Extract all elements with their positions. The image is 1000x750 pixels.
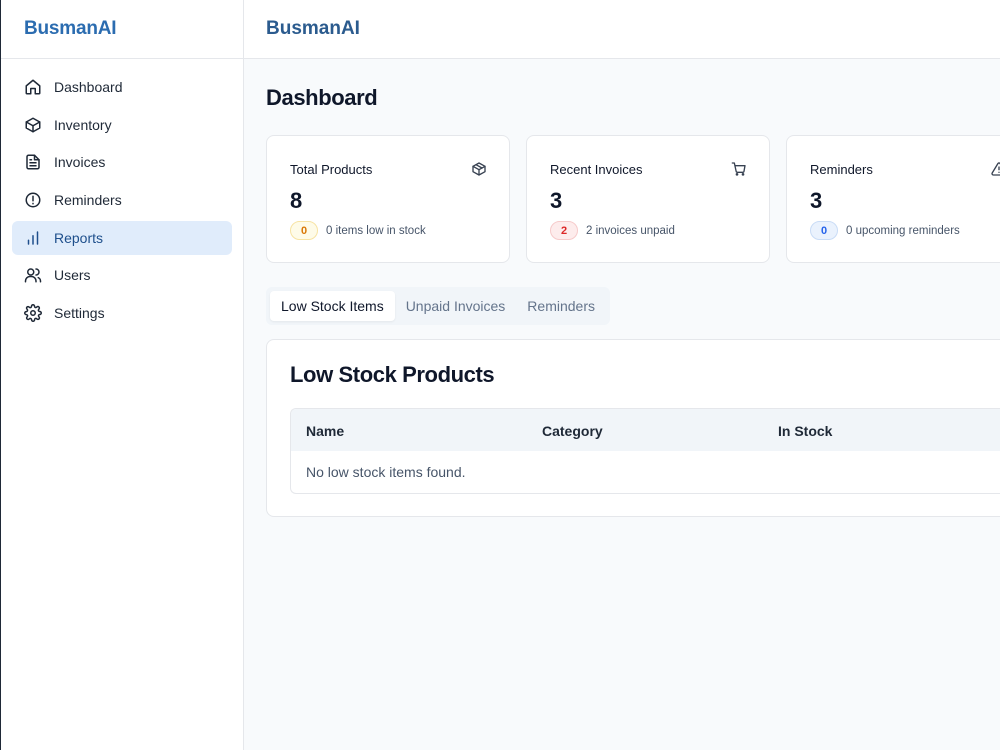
status-badge: 0 bbox=[290, 221, 318, 240]
file-text-icon bbox=[24, 153, 42, 171]
card-title: Reminders bbox=[810, 162, 873, 177]
stat-card-total-products: Total Products 8 0 0 items low in stock bbox=[266, 135, 510, 263]
column-header-in-stock[interactable]: In Stock bbox=[778, 423, 832, 439]
card-subtext: 0 items low in stock bbox=[326, 224, 426, 237]
sidebar-item-label: Dashboard bbox=[54, 79, 123, 95]
sidebar: BusmanAI Dashboard Inventory Invoices Re… bbox=[1, 0, 244, 750]
table-header-row: Name Category In Stock bbox=[291, 409, 1000, 451]
sidebar-item-inventory[interactable]: Inventory bbox=[12, 108, 232, 142]
box-icon bbox=[24, 116, 42, 134]
sidebar-item-dashboard[interactable]: Dashboard bbox=[12, 70, 232, 104]
top-header: BusmanAI bbox=[244, 0, 1000, 59]
card-value: 3 bbox=[550, 188, 563, 213]
sidebar-item-label: Inventory bbox=[54, 116, 112, 133]
sidebar-brand-logo[interactable]: BusmanAI bbox=[1, 0, 243, 59]
column-header-category[interactable]: Category bbox=[542, 423, 603, 439]
stat-card-recent-invoices: Recent Invoices 3 2 2 invoices unpaid bbox=[526, 135, 770, 263]
sidebar-item-label: Settings bbox=[54, 305, 105, 322]
status-badge: 0 bbox=[810, 221, 838, 240]
tab-list: Low Stock Items Unpaid Invoices Reminder… bbox=[266, 287, 610, 325]
sidebar-item-reports[interactable]: Reports bbox=[12, 220, 232, 255]
sidebar-item-label: Invoices bbox=[54, 154, 106, 171]
home-icon bbox=[24, 78, 42, 96]
card-value: 3 bbox=[810, 188, 823, 213]
card-subtext: 2 invoices unpaid bbox=[586, 224, 675, 237]
panel-title: Low Stock Products bbox=[290, 362, 495, 387]
sidebar-item-invoices[interactable]: Invoices bbox=[12, 145, 232, 179]
bar-chart-icon bbox=[24, 229, 42, 247]
sidebar-item-users[interactable]: Users bbox=[12, 258, 232, 292]
users-icon bbox=[24, 266, 42, 284]
card-title: Total Products bbox=[290, 162, 373, 177]
alert-triangle-icon bbox=[991, 161, 1000, 177]
sidebar-nav: Dashboard Inventory Invoices Reminders R… bbox=[1, 59, 243, 330]
package-icon bbox=[471, 161, 487, 177]
card-title: Recent Invoices bbox=[550, 162, 643, 177]
gear-icon bbox=[24, 304, 42, 323]
column-header-name[interactable]: Name bbox=[306, 423, 344, 439]
app-window: BusmanAI Dashboard Inventory Invoices Re… bbox=[0, 0, 1000, 750]
sidebar-item-label: Reminders bbox=[54, 192, 122, 209]
stat-card-reminders: Reminders 3 0 0 upcoming reminders bbox=[786, 135, 1000, 263]
tab-low-stock-items[interactable]: Low Stock Items bbox=[270, 291, 395, 321]
page-title: Dashboard bbox=[266, 85, 378, 110]
card-subtext-row: 2 2 invoices unpaid bbox=[550, 221, 675, 240]
status-badge: 2 bbox=[550, 221, 578, 240]
alert-circle-icon bbox=[24, 191, 42, 209]
main-content: Dashboard Total Products 8 0 0 items low… bbox=[244, 60, 1000, 750]
tab-unpaid-invoices[interactable]: Unpaid Invoices bbox=[395, 291, 517, 321]
sidebar-item-reminders[interactable]: Reminders bbox=[12, 183, 232, 217]
empty-state-message: No low stock items found. bbox=[306, 464, 466, 480]
low-stock-panel: Low Stock Products Name Category In Stoc… bbox=[266, 339, 1000, 517]
header-title[interactable]: BusmanAI bbox=[266, 18, 360, 40]
card-subtext: 0 upcoming reminders bbox=[846, 224, 960, 237]
card-subtext-row: 0 0 upcoming reminders bbox=[810, 221, 960, 240]
card-subtext-row: 0 0 items low in stock bbox=[290, 221, 426, 240]
card-value: 8 bbox=[290, 188, 303, 213]
sidebar-item-label: Reports bbox=[54, 229, 104, 246]
sidebar-item-settings[interactable]: Settings bbox=[12, 296, 232, 330]
low-stock-table: Name Category In Stock No low stock item… bbox=[290, 408, 1000, 494]
tab-reminders[interactable]: Reminders bbox=[516, 291, 606, 321]
sidebar-item-label: Users bbox=[54, 267, 91, 284]
cart-icon bbox=[731, 161, 747, 177]
